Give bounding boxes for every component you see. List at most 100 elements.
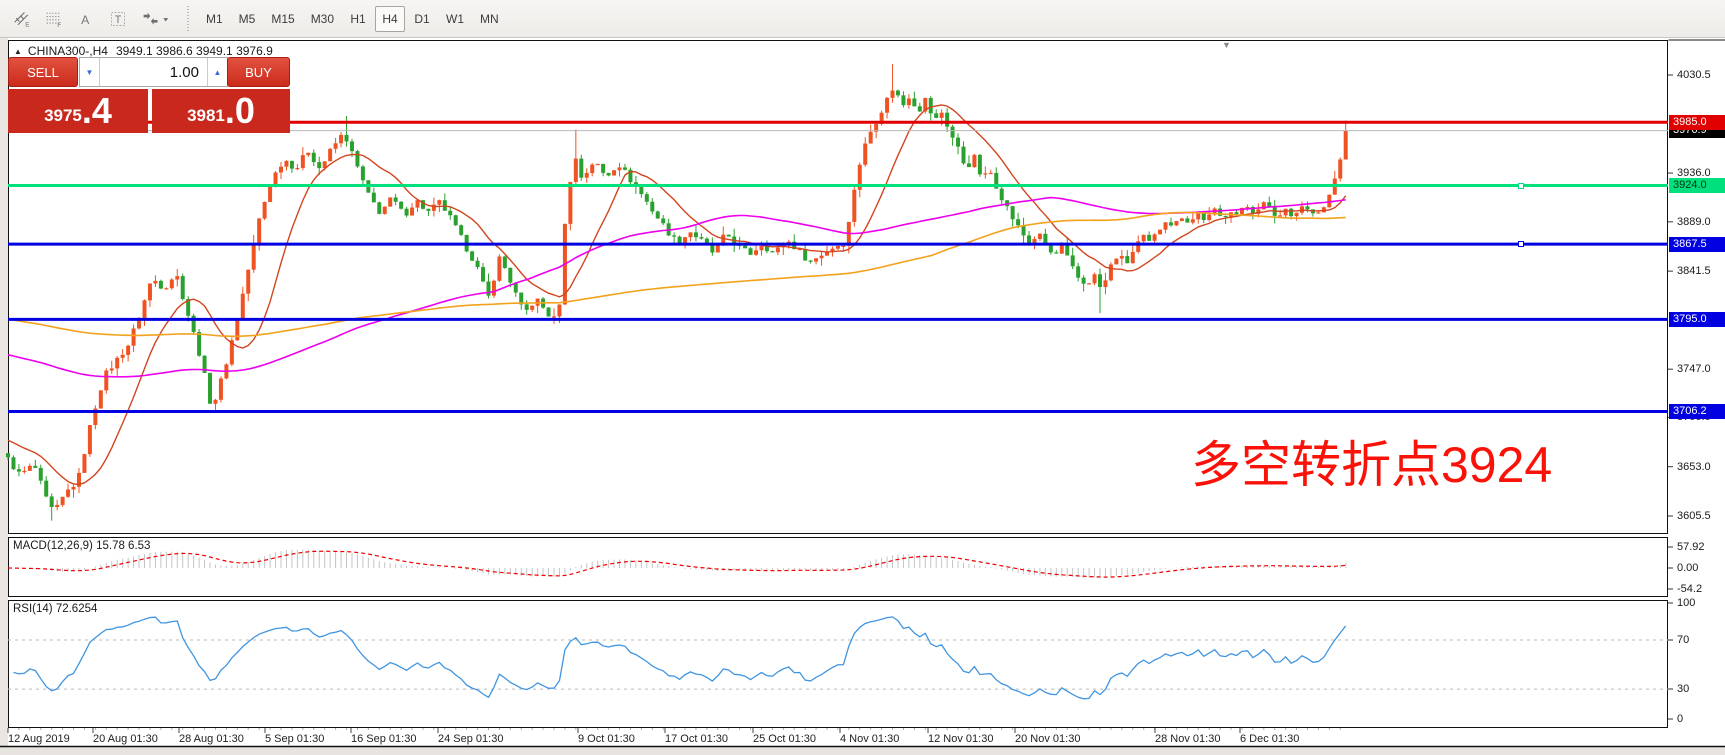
timeframe-button-m30[interactable]: M30: [304, 6, 341, 32]
volume-increase-icon[interactable]: ▲: [207, 58, 227, 86]
candle-body: [1103, 280, 1107, 287]
candle-body: [951, 127, 955, 138]
candle-body: [246, 270, 250, 294]
price-badge-3795.0: 3795.0: [1669, 312, 1725, 327]
candle-body: [306, 153, 310, 155]
candle-body: [759, 246, 763, 250]
candle-body: [208, 373, 212, 404]
toolbar-drag-handle[interactable]: [184, 6, 192, 32]
fibonacci-retracement-icon[interactable]: F: [39, 5, 69, 33]
timeframe-button-h4[interactable]: H4: [375, 6, 405, 32]
candle-body: [1016, 219, 1020, 225]
date-axis-label: 6 Dec 01:30: [1240, 733, 1299, 745]
candle-body: [672, 235, 676, 236]
svg-text:A: A: [81, 12, 90, 26]
candle-body: [361, 166, 365, 180]
candle-body: [72, 487, 76, 490]
candle-body: [820, 256, 824, 259]
candle-body: [11, 457, 15, 469]
candle-body: [699, 237, 703, 238]
candle-body: [28, 466, 32, 471]
candle-body: [181, 276, 185, 299]
candle-body: [121, 355, 125, 358]
timeframe-button-w1[interactable]: W1: [439, 6, 471, 32]
candle-body: [645, 194, 649, 202]
candle-body: [1131, 252, 1135, 263]
candle-body: [530, 306, 534, 310]
timeframe-button-h1[interactable]: H1: [343, 6, 373, 32]
candle-body: [1049, 246, 1053, 253]
candle-body: [383, 207, 387, 214]
candle-body: [623, 167, 627, 169]
buy-button[interactable]: BUY: [227, 57, 290, 87]
candle-body: [694, 232, 698, 237]
candle-body: [334, 143, 338, 149]
candle-body: [290, 161, 294, 169]
sell-price-dec: .4: [82, 93, 112, 129]
timeframe-button-d1[interactable]: D1: [407, 6, 437, 32]
timeframe-button-m5[interactable]: M5: [232, 6, 263, 32]
candle-body: [727, 235, 731, 237]
candle-body: [809, 261, 813, 262]
sell-button[interactable]: SELL: [8, 57, 78, 87]
candle-body: [1032, 239, 1036, 243]
candle-body: [345, 135, 349, 142]
candle-body: [22, 471, 26, 472]
macd-scale-label: 0.00: [1677, 562, 1698, 574]
candle-body: [1344, 131, 1348, 160]
candle-body: [978, 155, 982, 174]
svg-text:T: T: [115, 14, 122, 26]
buy-price-int: 3981: [187, 106, 225, 126]
text-label-icon[interactable]: A: [71, 5, 101, 33]
candle-body: [317, 162, 321, 168]
line-handle[interactable]: [1518, 183, 1524, 189]
trading-terminal: E F A T: [0, 0, 1725, 755]
line-handle[interactable]: [1518, 241, 1524, 247]
candle-body: [1147, 235, 1151, 241]
date-axis-label: 25 Oct 01:30: [753, 733, 816, 745]
text-tool-icon[interactable]: T: [103, 5, 133, 33]
arrange-objects-dropdown-icon[interactable]: [135, 5, 175, 33]
candle-body: [650, 202, 654, 212]
candle-body: [590, 165, 594, 173]
candle-body: [1011, 206, 1015, 219]
timeframe-button-mn[interactable]: MN: [473, 6, 506, 32]
candle-body: [1065, 245, 1069, 255]
timeframe-button-m1[interactable]: M1: [199, 6, 230, 32]
candle-body: [901, 95, 905, 105]
buy-price-tile[interactable]: 3981.0: [152, 89, 290, 133]
candle-body: [912, 98, 916, 106]
timeframe-button-m15[interactable]: M15: [264, 6, 301, 32]
candle-body: [126, 346, 130, 355]
candle-body: [607, 173, 611, 176]
price-badge-3867.5: 3867.5: [1669, 237, 1725, 252]
equidistant-channel-icon[interactable]: E: [7, 5, 37, 33]
collapse-trade-panel-icon[interactable]: ▲: [14, 47, 22, 56]
candle-body: [814, 258, 818, 261]
candle-body: [972, 155, 976, 167]
candle-body: [459, 225, 463, 235]
candle-body: [6, 453, 10, 457]
date-axis-label: 12 Nov 01:30: [928, 733, 993, 745]
candle-body: [284, 161, 288, 167]
candle-body: [929, 98, 933, 113]
volume-input[interactable]: [100, 58, 207, 86]
candle-body: [1120, 256, 1124, 259]
candle-body: [410, 208, 414, 216]
candle-body: [268, 187, 272, 202]
volume-decrease-icon[interactable]: ▼: [80, 58, 100, 86]
candle-body: [770, 251, 774, 252]
candle-body: [1185, 218, 1189, 222]
candle-body: [1180, 218, 1184, 221]
svg-text:E: E: [25, 21, 30, 28]
date-axis-label: 4 Nov 01:30: [840, 733, 899, 745]
date-axis-label: 16 Sep 01:30: [351, 733, 416, 745]
sell-price-tile[interactable]: 3975.4: [8, 89, 148, 133]
candle-body: [437, 200, 441, 205]
price-axis-label: 3889.0: [1677, 215, 1711, 229]
candle-body: [295, 168, 299, 169]
chart-annotation: 多空转折点3924: [1191, 440, 1552, 491]
candle-body: [148, 283, 152, 300]
candle-body: [962, 147, 966, 164]
date-axis-label: 28 Aug 01:30: [179, 733, 244, 745]
